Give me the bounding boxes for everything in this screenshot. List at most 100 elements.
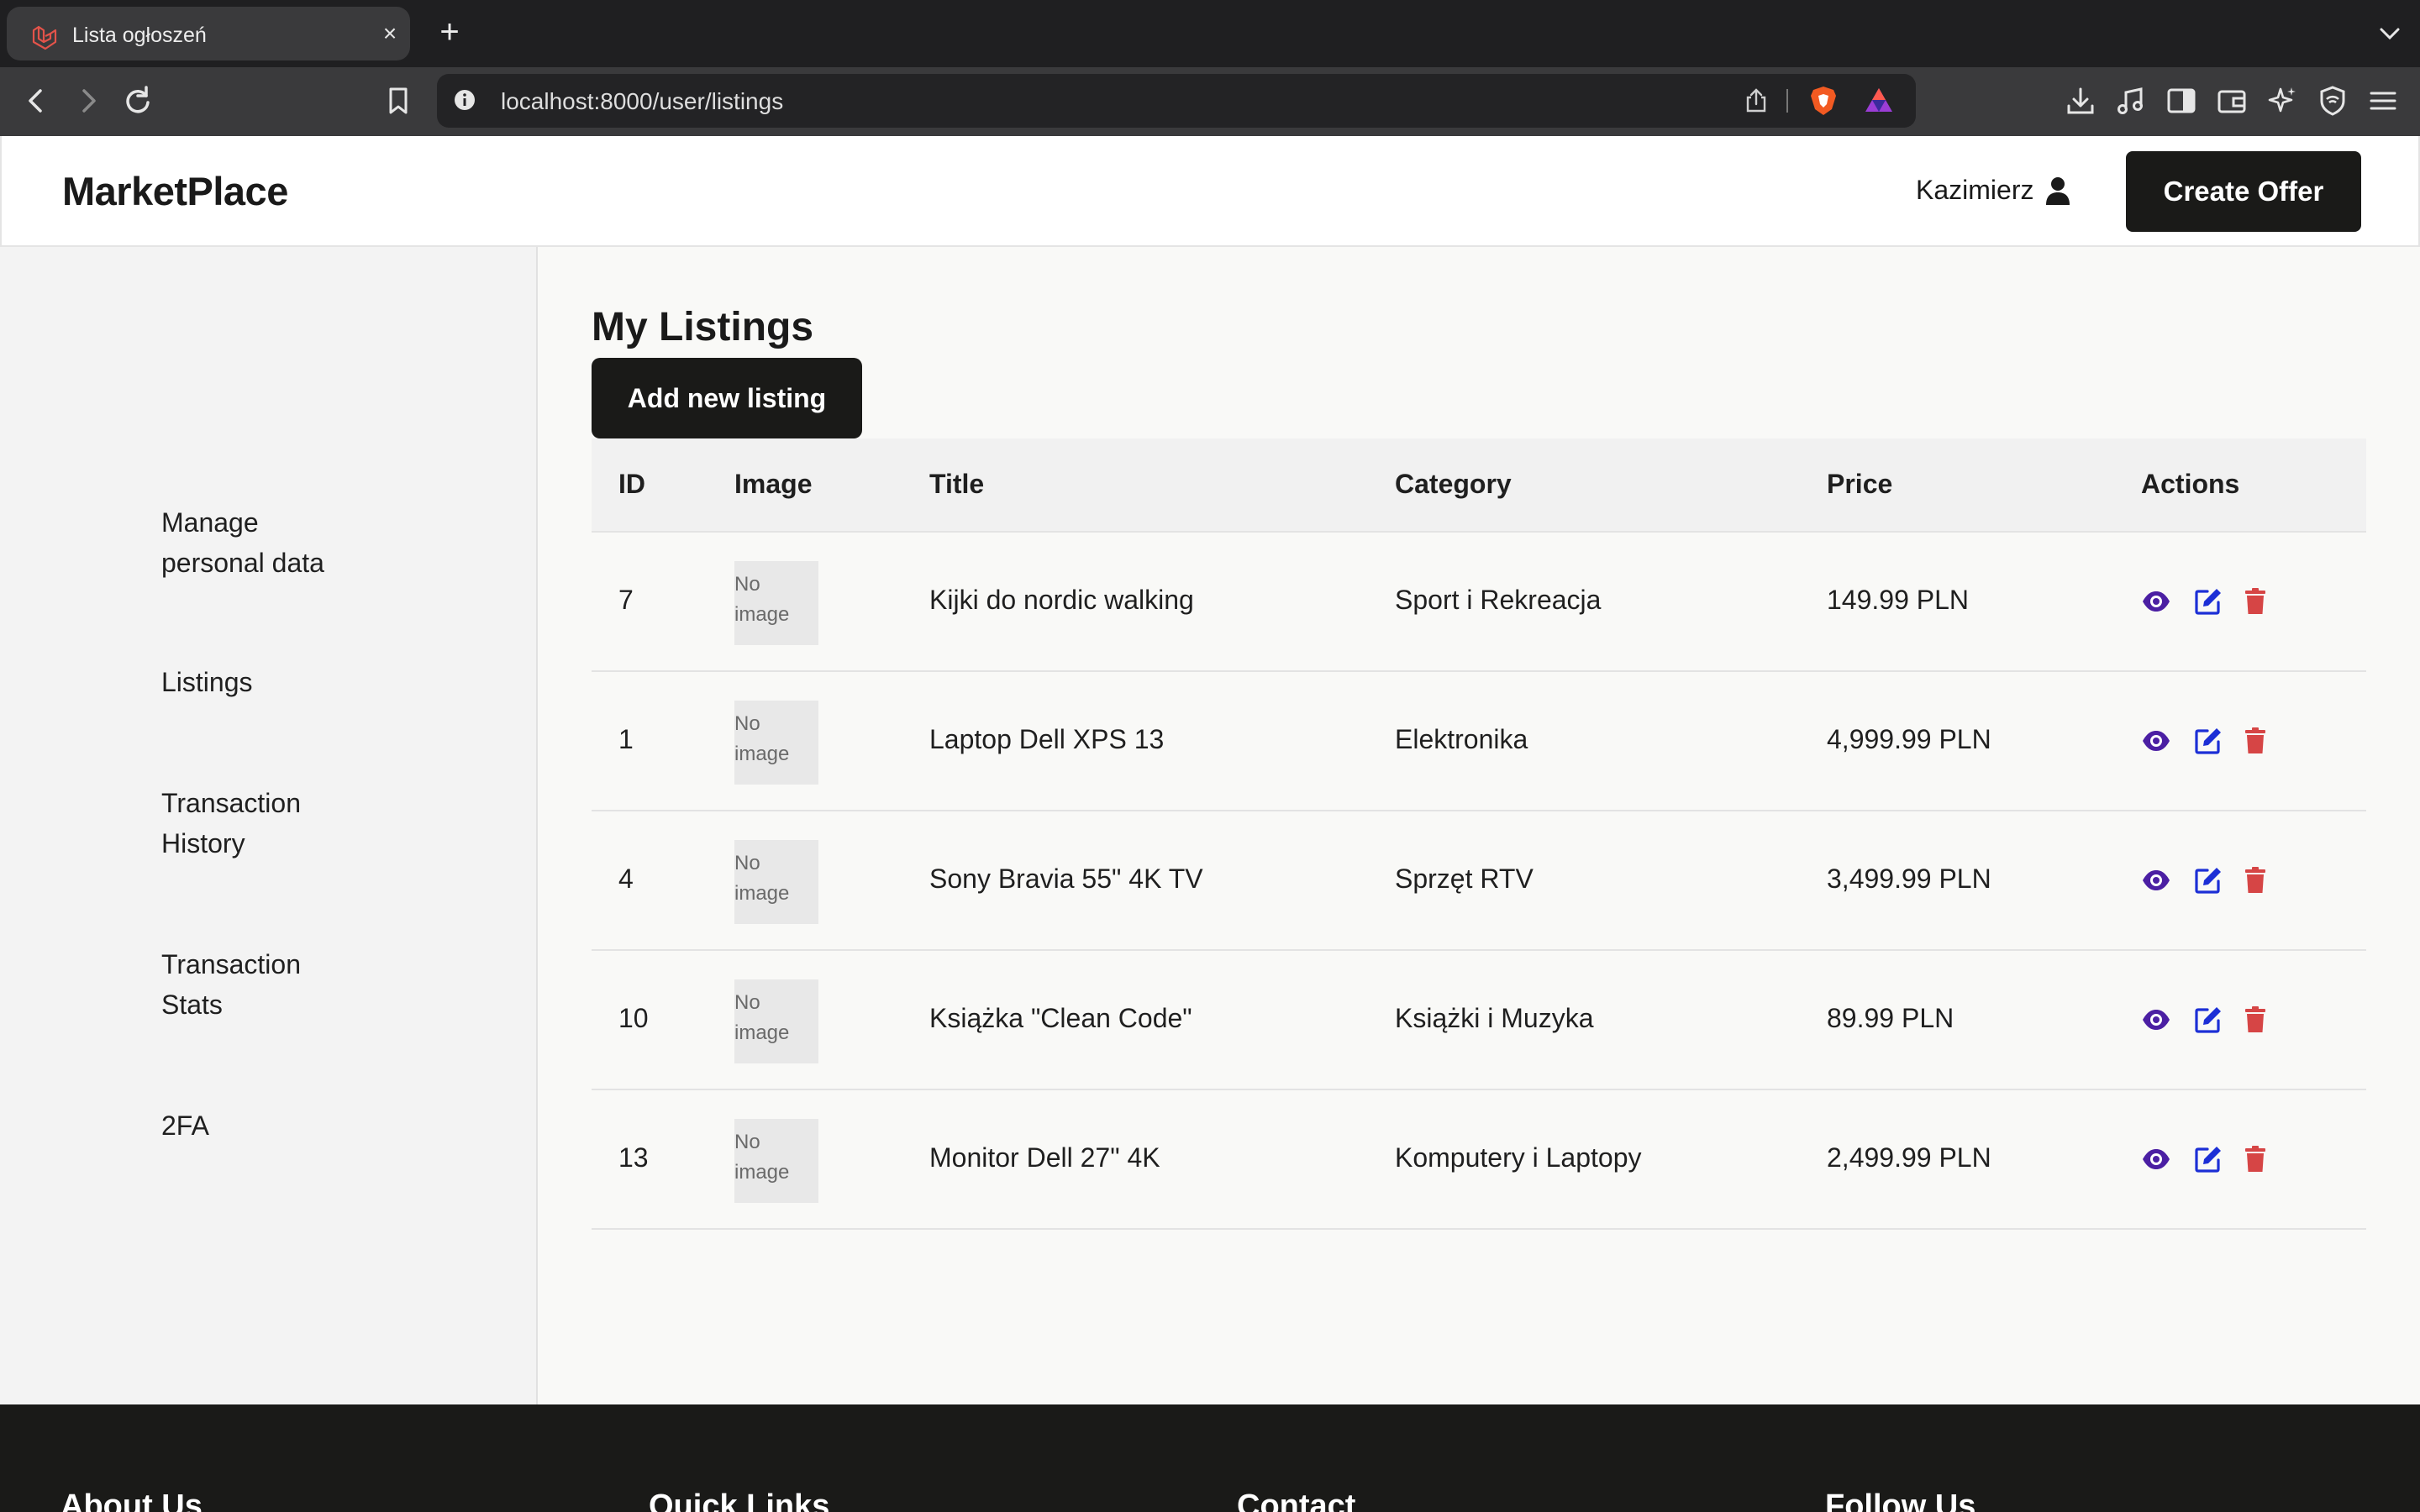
eye-icon[interactable] — [2141, 586, 2171, 617]
listing-category: Sport i Rekreacja — [1395, 585, 1602, 615]
no-image-label: No — [734, 712, 760, 735]
listing-title: Książka "Clean Code" — [929, 1003, 1192, 1033]
sidebar-item-label: personal data — [161, 548, 324, 578]
site-header: MarketPlace Kazimierz Create Offer — [0, 136, 2420, 247]
listing-title: Monitor Dell 27" 4K — [929, 1142, 1160, 1173]
username[interactable]: Kazimierz — [1916, 175, 2033, 206]
table-row: 4 No image Sony Bravia 55" 4K TV Sprzęt … — [592, 811, 2366, 951]
no-image-label: image — [734, 1021, 790, 1044]
separator — [1786, 89, 1788, 113]
address-bar[interactable]: localhost:8000/user/listings — [437, 74, 1916, 128]
column-header-actions: Actions — [2141, 469, 2240, 499]
column-header-category: Category — [1395, 469, 1512, 499]
sidebar-item-transaction-history[interactable]: Transaction History — [161, 783, 301, 864]
trash-icon[interactable] — [2240, 865, 2270, 895]
site-logo[interactable]: MarketPlace — [62, 168, 288, 214]
eye-icon[interactable] — [2141, 1144, 2171, 1174]
sidebar-item-listings[interactable]: Listings — [161, 662, 253, 702]
column-header-id: ID — [618, 469, 645, 499]
no-image-label: No — [734, 1131, 760, 1153]
no-image-label: image — [734, 1161, 790, 1184]
user-menu[interactable]: Kazimierz — [1916, 175, 2070, 206]
media-icon[interactable] — [2114, 84, 2148, 118]
listing-title: Kijki do nordic walking — [929, 585, 1194, 615]
footer-heading-follow: Follow Us — [1825, 1488, 1976, 1512]
listing-price: 89.99 PLN — [1827, 1003, 1954, 1033]
trash-icon[interactable] — [2240, 586, 2270, 617]
footer-heading-contact: Contact — [1237, 1488, 1356, 1512]
no-image-label: No — [734, 573, 760, 596]
reload-icon[interactable] — [118, 81, 158, 121]
listing-image-placeholder: No image — [734, 701, 818, 785]
create-offer-button[interactable]: Create Offer — [2126, 151, 2361, 232]
no-image-label: image — [734, 882, 790, 905]
brave-shields-icon[interactable] — [1807, 84, 1840, 118]
listing-id: 13 — [618, 1142, 649, 1173]
listing-price: 3,499.99 PLN — [1827, 864, 1991, 894]
listing-category: Książki i Muzyka — [1395, 1003, 1594, 1033]
edit-icon[interactable] — [2193, 1144, 2223, 1174]
chevron-down-icon[interactable] — [2375, 18, 2405, 49]
edit-icon[interactable] — [2193, 726, 2223, 756]
edit-icon[interactable] — [2193, 865, 2223, 895]
no-image-label: No — [734, 991, 760, 1014]
listing-price: 149.99 PLN — [1827, 585, 1970, 615]
listing-id: 4 — [618, 864, 634, 894]
table-row: 13 No image Monitor Dell 27" 4K Komputer… — [592, 1090, 2366, 1230]
new-tab-button[interactable]: + — [433, 15, 466, 49]
leo-ai-icon[interactable] — [2265, 84, 2299, 118]
table-row: 7 No image Kijki do nordic walking Sport… — [592, 533, 2366, 672]
sidebar-item-label: 2FA — [161, 1110, 209, 1141]
listing-image-placeholder: No image — [734, 840, 818, 924]
table-row: 1 No image Laptop Dell XPS 13 Elektronik… — [592, 672, 2366, 811]
sidebar-item-label: Manage — [161, 507, 259, 538]
brave-rewards-icon[interactable] — [1862, 84, 1896, 118]
sidebar-toggle-icon[interactable] — [2165, 84, 2198, 118]
page-title: My Listings — [592, 305, 814, 349]
listing-title: Laptop Dell XPS 13 — [929, 724, 1165, 754]
no-image-label: image — [734, 743, 790, 765]
sidebar-item-label: Listings — [161, 667, 253, 697]
site-footer: About Us Quick Links Contact Follow Us — [0, 1404, 2420, 1512]
info-icon[interactable] — [452, 87, 477, 113]
download-icon[interactable] — [2064, 84, 2097, 118]
vpn-shield-icon[interactable] — [2316, 84, 2349, 118]
sidebar-item-2fa[interactable]: 2FA — [161, 1105, 209, 1146]
edit-icon[interactable] — [2193, 1005, 2223, 1035]
eye-icon[interactable] — [2141, 1005, 2171, 1035]
listing-category: Komputery i Laptopy — [1395, 1142, 1642, 1173]
bookmark-icon[interactable] — [378, 81, 418, 121]
eye-icon[interactable] — [2141, 726, 2171, 756]
back-icon[interactable] — [17, 81, 57, 121]
trash-icon[interactable] — [2240, 1144, 2270, 1174]
listing-id: 1 — [618, 724, 634, 754]
column-header-image: Image — [734, 469, 813, 499]
browser-tab[interactable]: Lista ogłoszeń × — [7, 7, 410, 60]
forward-icon[interactable] — [67, 81, 108, 121]
footer-heading-about: About Us — [60, 1488, 203, 1512]
laravel-favicon-icon — [32, 25, 57, 50]
sidebar-item-transaction-stats[interactable]: Transaction Stats — [161, 944, 301, 1025]
edit-icon[interactable] — [2193, 586, 2223, 617]
trash-icon[interactable] — [2240, 726, 2270, 756]
sidebar-item-label: Stats — [161, 990, 223, 1020]
wallet-icon[interactable] — [2215, 84, 2249, 118]
sidebar-item-personal-data[interactable]: Manage personal data — [161, 502, 324, 583]
add-listing-button[interactable]: Add new listing — [592, 358, 862, 438]
listing-image-placeholder: No image — [734, 561, 818, 645]
listing-image-placeholder: No image — [734, 979, 818, 1063]
listing-price: 2,499.99 PLN — [1827, 1142, 1991, 1173]
footer-heading-quick-links: Quick Links — [649, 1488, 830, 1512]
share-icon[interactable] — [1743, 87, 1770, 114]
tab-close-icon[interactable]: × — [376, 20, 403, 47]
table-row: 10 No image Książka "Clean Code" Książki… — [592, 951, 2366, 1090]
menu-icon[interactable] — [2366, 84, 2400, 118]
eye-icon[interactable] — [2141, 865, 2171, 895]
listing-price: 4,999.99 PLN — [1827, 724, 1991, 754]
no-image-label: image — [734, 603, 790, 626]
table-header: ID Image Title Category Price Actions — [592, 438, 2366, 533]
column-header-price: Price — [1827, 469, 1893, 499]
url-text[interactable]: localhost:8000/user/listings — [501, 88, 783, 115]
trash-icon[interactable] — [2240, 1005, 2270, 1035]
listing-id: 7 — [618, 585, 634, 615]
